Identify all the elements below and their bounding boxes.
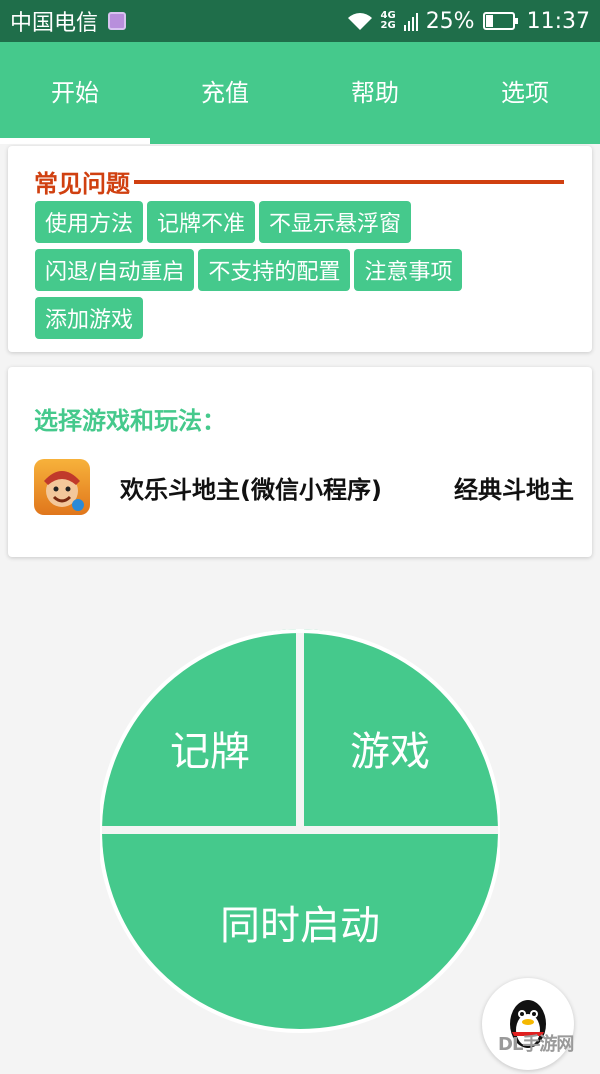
carrier-label: 中国电信 bbox=[10, 11, 99, 36]
battery-icon bbox=[482, 11, 519, 31]
faq-header: 常见问题 bbox=[34, 164, 564, 199]
qq-penguin-icon bbox=[510, 1000, 546, 1048]
faq-chip-inaccurate[interactable]: 记牌不准 bbox=[147, 201, 256, 243]
launch-both-button[interactable] bbox=[102, 834, 498, 1032]
tab-bar: 开始 充值 帮助 选项 bbox=[0, 42, 600, 144]
faq-chip-usage[interactable]: 使用方法 bbox=[35, 201, 144, 243]
faq-chip-notes[interactable]: 注意事项 bbox=[354, 249, 463, 291]
faq-chip-no-overlay[interactable]: 不显示悬浮窗 bbox=[259, 201, 412, 243]
game-name: 欢乐斗地主(微信小程序) bbox=[120, 475, 382, 504]
game-app-icon bbox=[34, 459, 90, 515]
qq-button[interactable] bbox=[482, 978, 574, 1070]
tab-options[interactable]: 选项 bbox=[450, 42, 600, 138]
gallery-notification-icon bbox=[108, 12, 127, 30]
status-bar: 中国电信 4G 2G 25% 11:37 bbox=[0, 0, 600, 42]
faq-chip-unsupported[interactable]: 不支持的配置 bbox=[198, 249, 351, 291]
faq-chip-crash[interactable]: 闪退/自动重启 bbox=[35, 249, 195, 291]
tab-help[interactable]: 帮助 bbox=[300, 42, 450, 138]
signal-icon bbox=[403, 11, 418, 31]
faq-chips: 使用方法 记牌不准 不显示悬浮窗 闪退/自动重启 不支持的配置 注意事项 添加游… bbox=[35, 201, 575, 345]
faq-divider bbox=[134, 179, 564, 184]
action-circle: 记牌 游戏 同时启动 bbox=[100, 625, 500, 1035]
tab-indicator bbox=[0, 138, 150, 144]
tab-recharge[interactable]: 充值 bbox=[150, 42, 300, 138]
watermark: DL手游网 bbox=[498, 1034, 574, 1055]
faq-card: 常见问题 使用方法 记牌不准 不显示悬浮窗 闪退/自动重启 不支持的配置 注意事… bbox=[8, 146, 592, 352]
battery-percent: 25% bbox=[425, 8, 475, 34]
tab-start[interactable]: 开始 bbox=[0, 42, 150, 138]
network-type: 4G 2G bbox=[381, 11, 396, 31]
game-select-title: 选择游戏和玩法： bbox=[34, 407, 226, 435]
faq-title: 常见问题 bbox=[34, 170, 130, 198]
game-mode[interactable]: 经典斗地主 bbox=[454, 470, 574, 505]
faq-chip-add-game[interactable]: 添加游戏 bbox=[35, 297, 144, 339]
network-2g-label: 2G bbox=[380, 20, 396, 31]
wifi-icon bbox=[347, 11, 373, 31]
game-select-card: 选择游戏和玩法： 欢乐斗地主(微信小程序) 经典斗地主 bbox=[8, 367, 592, 557]
game-row[interactable]: 欢乐斗地主(微信小程序) 经典斗地主 bbox=[34, 459, 574, 515]
clock: 11:37 bbox=[526, 8, 590, 34]
